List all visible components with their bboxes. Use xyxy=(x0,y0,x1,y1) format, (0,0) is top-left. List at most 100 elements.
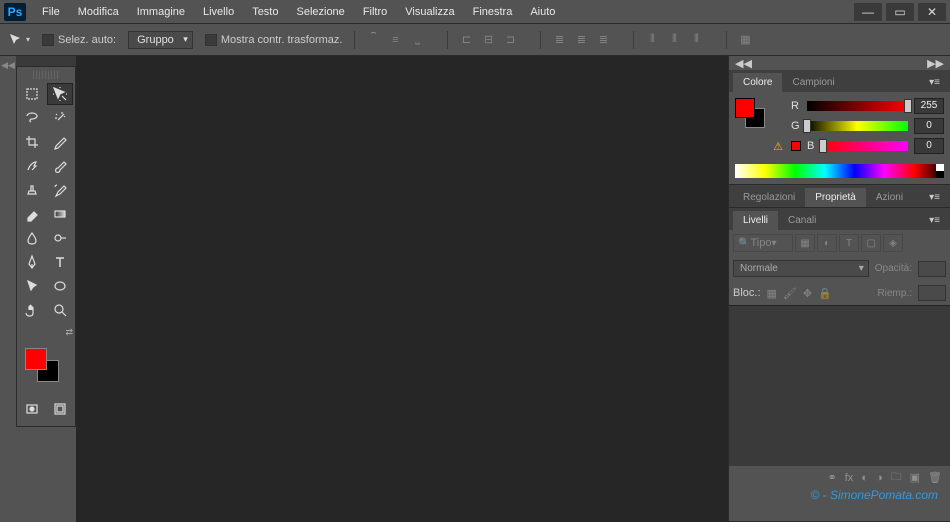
distribute-bottom-icon[interactable]: ≣ xyxy=(593,31,613,49)
align-hcenter-icon[interactable]: ⊟ xyxy=(478,31,498,49)
marquee-tool[interactable] xyxy=(19,83,45,105)
lock-all-icon[interactable]: 🔒 xyxy=(818,287,832,300)
distribute-hcenter-icon[interactable]: ⦀ xyxy=(664,31,684,49)
maximize-button[interactable]: ▭ xyxy=(886,3,914,21)
close-button[interactable]: ✕ xyxy=(918,3,946,21)
menu-type[interactable]: Testo xyxy=(244,2,286,22)
dodge-tool[interactable] xyxy=(47,227,73,249)
tab-channels[interactable]: Canali xyxy=(778,211,826,230)
layers-list[interactable] xyxy=(729,305,950,465)
lock-position-icon[interactable]: ✥ xyxy=(803,287,812,300)
dock-collapse-right-icon[interactable]: ▶▶ xyxy=(927,57,944,70)
align-right-icon[interactable]: ⊐ xyxy=(500,31,520,49)
align-bottom-icon[interactable]: ⎵ xyxy=(407,31,427,49)
gamut-warning-icon[interactable]: ⚠ xyxy=(771,140,785,153)
delete-layer-icon[interactable]: 🗑 xyxy=(928,471,942,484)
distribute-left-icon[interactable]: ⦀ xyxy=(642,31,662,49)
canvas-area[interactable] xyxy=(76,56,728,522)
filter-type-icon[interactable]: T xyxy=(839,234,859,252)
menu-help[interactable]: Aiuto xyxy=(522,2,563,22)
menu-layer[interactable]: Livello xyxy=(195,2,242,22)
filter-shape-icon[interactable]: ▢ xyxy=(861,234,881,252)
dock-collapse-left[interactable]: ◀◀ xyxy=(0,56,16,522)
type-tool[interactable] xyxy=(47,251,73,273)
move-tool[interactable] xyxy=(47,83,73,105)
tab-swatches[interactable]: Campioni xyxy=(782,73,844,92)
auto-select-checkbox[interactable]: Selez. auto: xyxy=(42,34,116,46)
panel-color-swatches[interactable] xyxy=(735,98,765,134)
panel-menu-icon[interactable]: ▾≡ xyxy=(923,188,946,207)
tab-actions[interactable]: Azioni xyxy=(866,188,913,207)
menu-file[interactable]: File xyxy=(34,2,68,22)
brush-tool[interactable] xyxy=(47,155,73,177)
menu-image[interactable]: Immagine xyxy=(129,2,193,22)
screen-mode-tool[interactable] xyxy=(47,398,73,420)
group-icon[interactable]: 🗀 xyxy=(891,468,902,487)
layer-fx-icon[interactable]: fx xyxy=(845,472,854,484)
b-slider[interactable] xyxy=(823,141,908,151)
foreground-swatch[interactable] xyxy=(25,348,47,370)
opacity-input[interactable] xyxy=(918,261,946,277)
current-tool-indicator[interactable]: ▾ xyxy=(8,32,30,48)
lock-transparent-icon[interactable]: ▦ xyxy=(767,287,777,300)
r-value[interactable]: 255 xyxy=(914,98,944,114)
crop-tool[interactable] xyxy=(19,131,45,153)
link-layers-icon[interactable]: ⚭ xyxy=(828,471,837,484)
filter-pixel-icon[interactable]: ▦ xyxy=(795,234,815,252)
distribute-right-icon[interactable]: ⦀ xyxy=(686,31,706,49)
align-vcenter-icon[interactable]: ≡ xyxy=(385,31,405,49)
swap-colors-icon[interactable]: ⇄ xyxy=(65,327,73,338)
auto-select-target-dropdown[interactable]: Gruppo xyxy=(128,31,193,49)
color-swatches[interactable] xyxy=(25,348,65,388)
menu-view[interactable]: Visualizza xyxy=(397,2,462,22)
panel-grip[interactable] xyxy=(33,71,59,79)
layer-mask-icon[interactable]: ◐ xyxy=(861,472,868,484)
hand-tool[interactable] xyxy=(19,299,45,321)
align-top-icon[interactable]: ⎴ xyxy=(363,31,383,49)
menu-select[interactable]: Selezione xyxy=(288,2,352,22)
g-value[interactable]: 0 xyxy=(914,118,944,134)
path-selection-tool[interactable] xyxy=(19,275,45,297)
tab-color[interactable]: Colore xyxy=(733,73,782,92)
magic-wand-tool[interactable] xyxy=(47,107,73,129)
panel-menu-icon[interactable]: ▾≡ xyxy=(923,73,946,92)
distribute-top-icon[interactable]: ≣ xyxy=(549,31,569,49)
distribute-vcenter-icon[interactable]: ≣ xyxy=(571,31,591,49)
menu-edit[interactable]: Modifica xyxy=(70,2,127,22)
pen-tool[interactable] xyxy=(19,251,45,273)
dock-collapse-left-icon[interactable]: ◀◀ xyxy=(735,57,752,70)
menu-filter[interactable]: Filtro xyxy=(355,2,395,22)
filter-adjust-icon[interactable]: ◐ xyxy=(817,234,837,252)
eraser-tool[interactable] xyxy=(19,203,45,225)
auto-align-icon[interactable]: ▦ xyxy=(735,31,755,49)
tab-properties[interactable]: Proprietà xyxy=(805,188,866,207)
new-layer-icon[interactable]: ▣ xyxy=(910,471,920,484)
align-left-icon[interactable]: ⊏ xyxy=(456,31,476,49)
spectrum-ramp[interactable] xyxy=(735,164,944,178)
tab-adjustments[interactable]: Regolazioni xyxy=(733,188,805,207)
gradient-tool[interactable] xyxy=(47,203,73,225)
history-brush-tool[interactable] xyxy=(47,179,73,201)
panel-fg-swatch[interactable] xyxy=(735,98,755,118)
clone-stamp-tool[interactable] xyxy=(19,179,45,201)
filter-smart-icon[interactable]: ◈ xyxy=(883,234,903,252)
g-slider[interactable] xyxy=(807,121,908,131)
b-value[interactable]: 0 xyxy=(914,138,944,154)
show-transform-checkbox[interactable]: Mostra contr. trasformaz. xyxy=(205,34,343,46)
lock-pixels-icon[interactable]: 🖌 xyxy=(783,287,797,300)
closest-color-swatch[interactable] xyxy=(791,141,801,151)
shape-tool[interactable] xyxy=(47,275,73,297)
filter-kind-dropdown[interactable]: 🔍 Tipo ▾ xyxy=(733,234,793,252)
adjustment-layer-icon[interactable]: ◑ xyxy=(876,472,883,484)
fill-input[interactable] xyxy=(918,285,946,301)
r-slider[interactable] xyxy=(807,101,908,111)
blur-tool[interactable] xyxy=(19,227,45,249)
zoom-tool[interactable] xyxy=(47,299,73,321)
healing-brush-tool[interactable] xyxy=(19,155,45,177)
panel-menu-icon[interactable]: ▾≡ xyxy=(923,211,946,230)
menu-window[interactable]: Finestra xyxy=(465,2,521,22)
blend-mode-dropdown[interactable]: Normale xyxy=(733,260,869,277)
lasso-tool[interactable] xyxy=(19,107,45,129)
eyedropper-tool[interactable] xyxy=(47,131,73,153)
tab-layers[interactable]: Livelli xyxy=(733,211,778,230)
